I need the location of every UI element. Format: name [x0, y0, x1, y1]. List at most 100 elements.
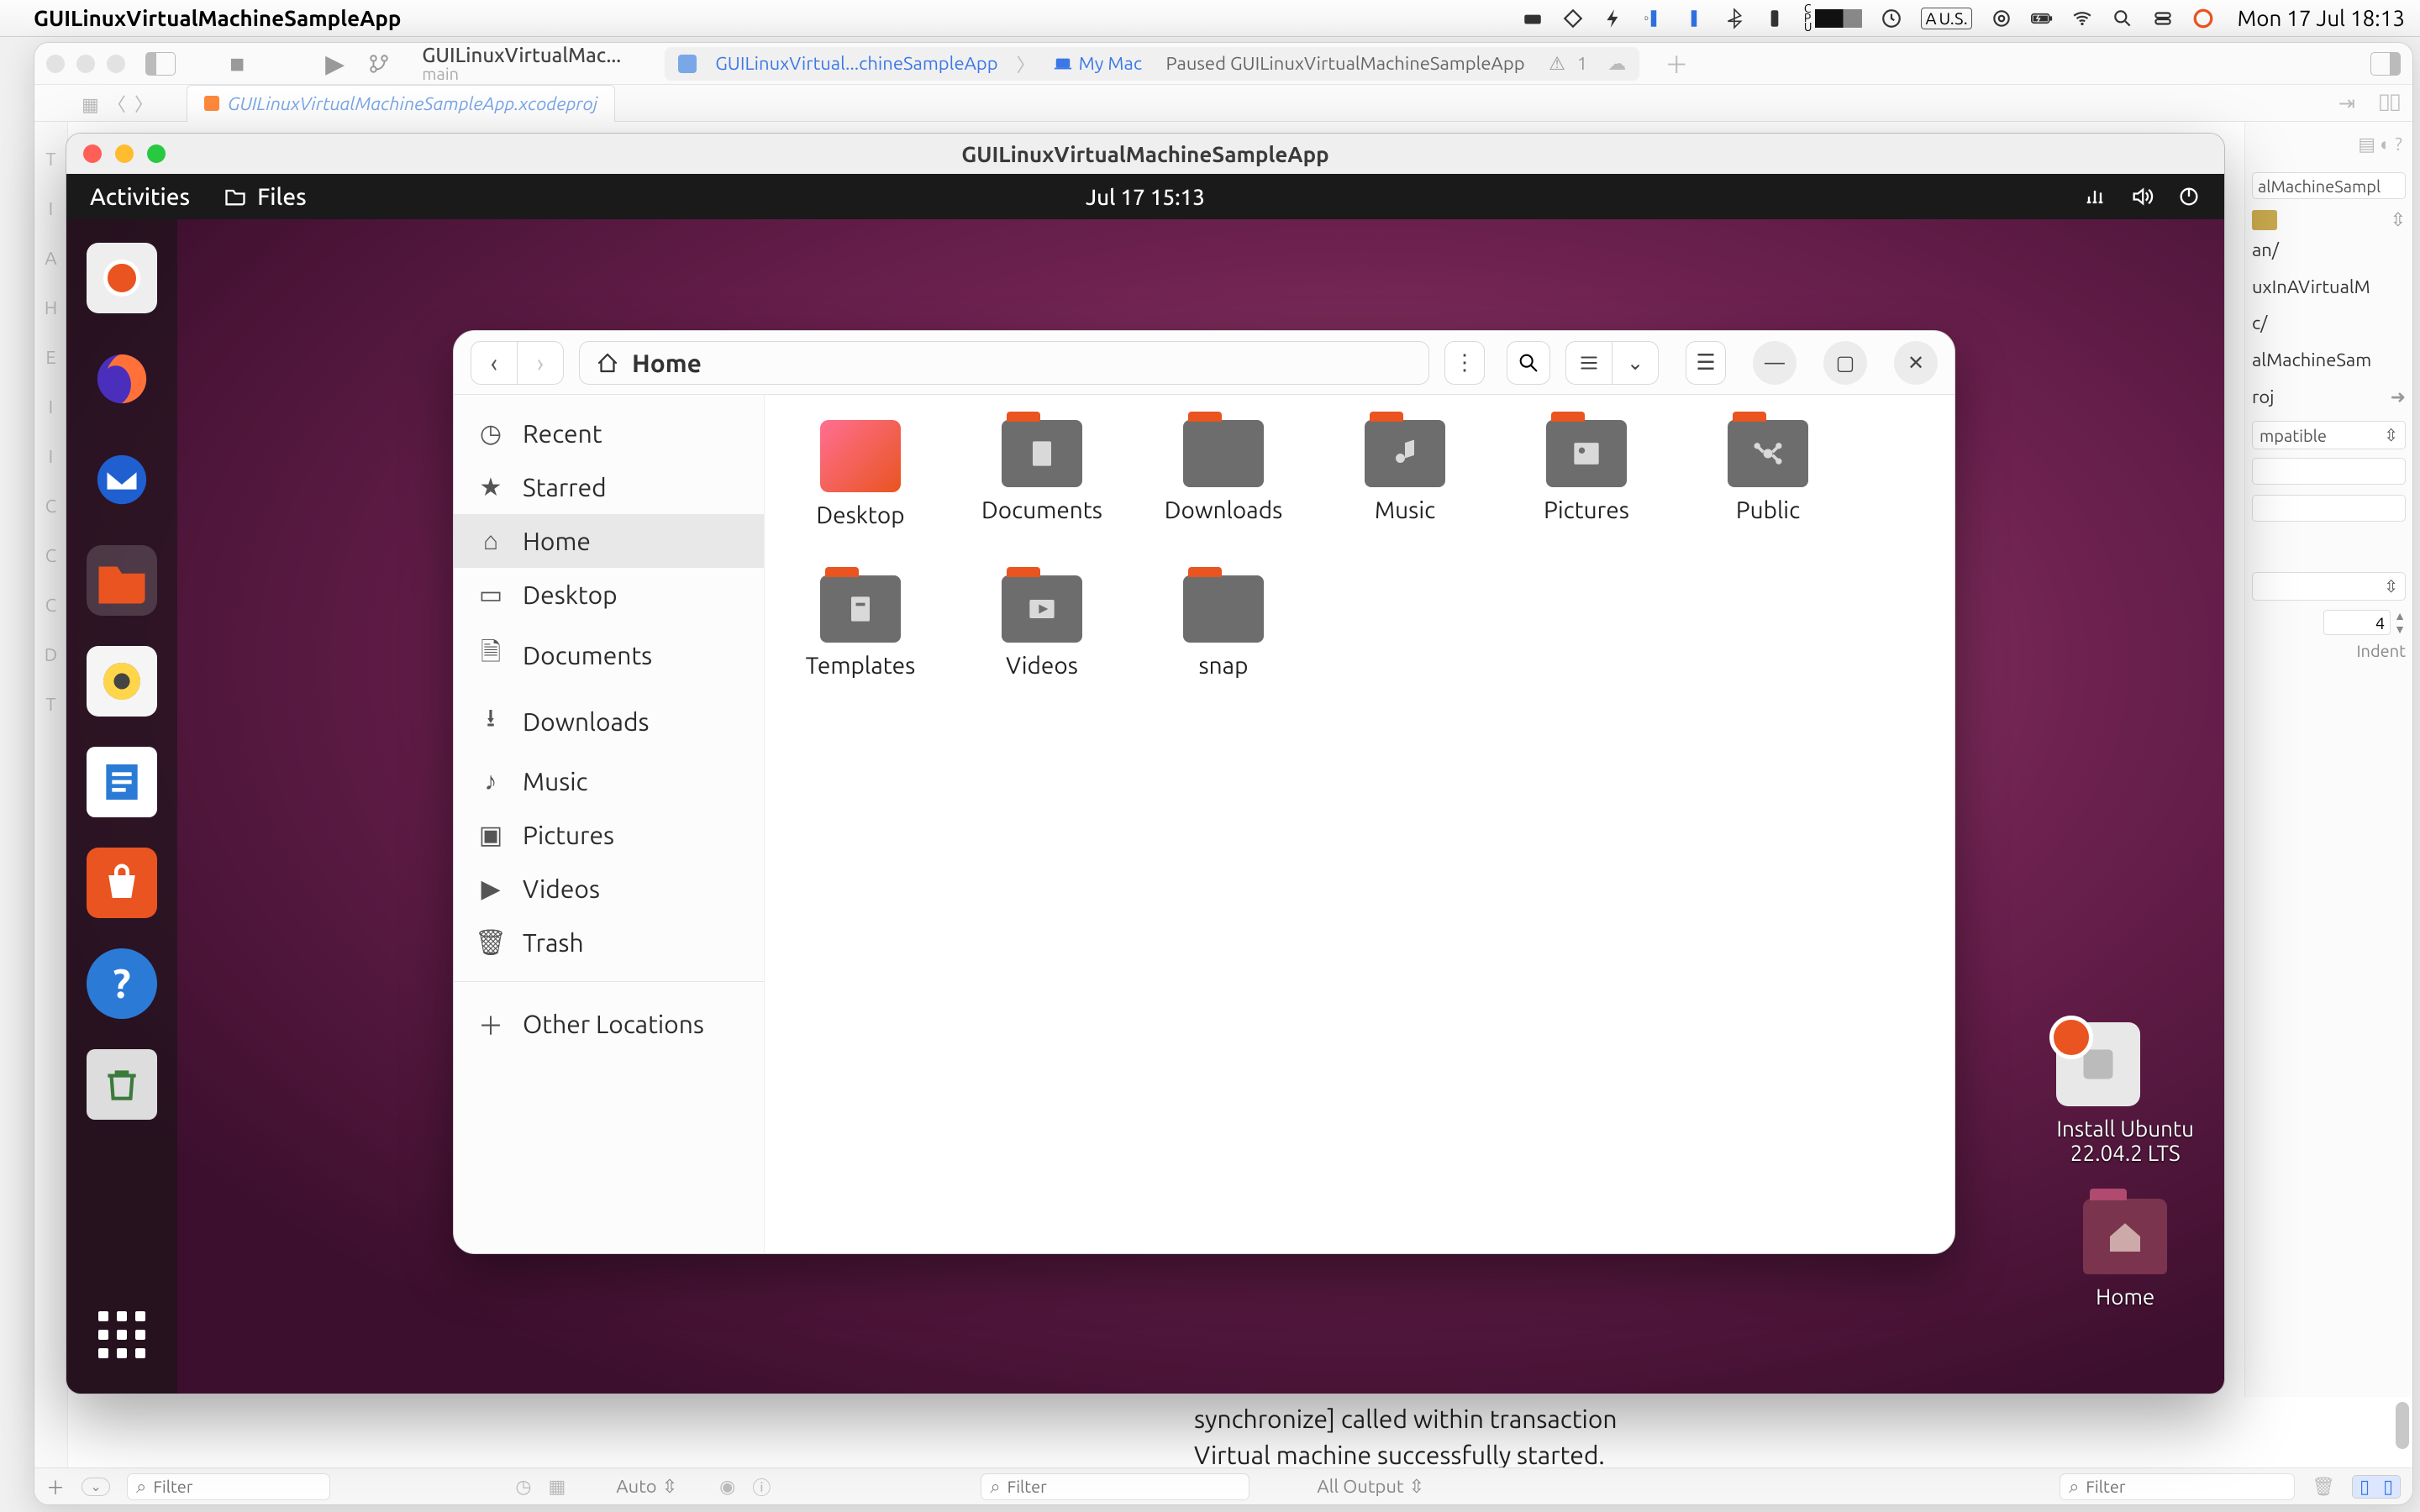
sidebar-starred[interactable]: ★Starred	[454, 460, 764, 514]
folder-pictures[interactable]: Pictures	[1521, 420, 1652, 528]
battery-icon[interactable]	[2031, 8, 2053, 29]
vm-traffic-lights[interactable]	[83, 144, 166, 163]
vars-pane-icon[interactable]: ▯	[2353, 1476, 2376, 1498]
bolt-icon[interactable]	[1602, 8, 1624, 29]
diamond-icon[interactable]	[1562, 8, 1584, 29]
inspector-indent-field[interactable]	[2323, 610, 2391, 635]
nav-h-icon[interactable]: H	[45, 297, 57, 318]
dock-rhythmbox[interactable]	[87, 646, 157, 717]
sidebar-documents[interactable]: 🗎Documents	[454, 622, 764, 688]
trash-icon[interactable]: 🗑︎	[2312, 1476, 2335, 1498]
sidebar-pictures[interactable]: ▣Pictures	[454, 808, 764, 862]
editor-tab[interactable]: GUILinuxVirtualMachineSampleApp.xcodepro…	[187, 85, 615, 122]
sidebar-videos[interactable]: ▶Videos	[454, 862, 764, 916]
list-view-button[interactable]	[1565, 341, 1612, 385]
folder-music[interactable]: Music	[1339, 420, 1470, 528]
scm-branch[interactable]: GUILinuxVirtualMac... main	[368, 45, 621, 82]
spotlight-icon[interactable]	[2112, 8, 2133, 29]
desktop-install-ubuntu[interactable]: Install Ubuntu 22.04.2 LTS	[2056, 1022, 2194, 1165]
xcode-left-nav-strip[interactable]: T I A H E I I C C C D T	[34, 122, 68, 1504]
folder-public[interactable]: Public	[1702, 420, 1833, 528]
xcode-traffic-lights[interactable]	[46, 55, 125, 73]
search-button[interactable]	[1507, 341, 1550, 385]
folder-videos[interactable]: Videos	[976, 575, 1107, 679]
inspector-tabs[interactable]: ▤ ◐ ?	[2252, 134, 2406, 155]
xcode-console[interactable]: synchronize] called within transaction V…	[68, 1397, 2412, 1467]
sidebar-music[interactable]: ♪Music	[454, 754, 764, 808]
dock-icon[interactable]	[1522, 8, 1544, 29]
volume-icon[interactable]	[2130, 185, 2154, 208]
nav-e-icon[interactable]: E	[45, 347, 55, 368]
nav-d-icon[interactable]: D	[45, 644, 58, 665]
clock-icon[interactable]: ◷	[515, 1476, 531, 1498]
nav-c-icon[interactable]: C	[45, 496, 57, 517]
scope-chip[interactable]: ⌄	[82, 1478, 110, 1496]
console-filter-box[interactable]: ⌕	[2060, 1473, 2295, 1500]
nav-i3-icon[interactable]: I	[49, 446, 54, 467]
dock-thunderbird[interactable]	[87, 444, 157, 515]
network-up-icon[interactable]: D	[1643, 8, 1665, 29]
nav-c3-icon[interactable]: C	[45, 595, 57, 616]
menubar-app-title[interactable]: GUILinuxVirtualMachineSampleApp	[34, 6, 402, 30]
reveal-icon[interactable]: ➜	[2391, 385, 2406, 410]
network-icon[interactable]	[2083, 185, 2107, 208]
dock-help[interactable]: ?	[87, 948, 157, 1019]
inspector-compat-select[interactable]: mpatible⇳	[2252, 421, 2406, 449]
desktop-home-folder[interactable]: Home	[2083, 1199, 2167, 1309]
inspector-select-2[interactable]: ⇳	[2252, 572, 2406, 601]
nav-filter-input[interactable]	[153, 1477, 321, 1496]
device-icon[interactable]	[1764, 8, 1786, 29]
folder-documents[interactable]: Documents	[976, 420, 1107, 528]
sidebar-downloads[interactable]: ⭳Downloads	[454, 688, 764, 754]
dock-files[interactable]	[87, 545, 157, 616]
dock-trash[interactable]	[87, 1049, 157, 1120]
inspector-name-field[interactable]	[2252, 172, 2406, 199]
activities-button[interactable]: Activities	[90, 184, 190, 210]
vars-filter-input[interactable]	[1007, 1477, 1176, 1496]
open-in-new-icon[interactable]: ⇥	[2338, 92, 2355, 115]
dock-software[interactable]	[87, 848, 157, 918]
dock-installer[interactable]	[87, 243, 157, 313]
nav-filter-box[interactable]: ⌕	[127, 1473, 330, 1500]
sidebar-trash[interactable]: 🗑︎Trash	[454, 916, 764, 969]
cpu-meter[interactable]: CPU	[1804, 4, 1863, 33]
nautilus-file-grid[interactable]: Desktop Documents Downloads Music Pictur…	[765, 395, 1954, 1253]
bluetooth-icon[interactable]	[1723, 8, 1745, 29]
xcode-activity-bar[interactable]: GUILinuxVirtual...chineSampleApp 〉 My Ma…	[665, 47, 1639, 81]
siri-icon[interactable]	[2192, 8, 2214, 29]
sidebar-other-locations[interactable]: ＋Other Locations	[454, 994, 764, 1054]
folder-desktop[interactable]: Desktop	[795, 420, 926, 528]
dock-writer[interactable]	[87, 747, 157, 817]
keyboard-lang-indicator[interactable]: AU.S.	[1921, 8, 1971, 29]
vars-filter-box[interactable]: ⌕	[981, 1473, 1249, 1500]
run-button-icon[interactable]: ▶	[318, 49, 351, 79]
nav-i-icon[interactable]: I	[49, 198, 54, 219]
sidebar-desktop[interactable]: ▭Desktop	[454, 568, 764, 622]
stepper-icon[interactable]: ▲▼	[2394, 609, 2406, 636]
timemachine-icon[interactable]	[1881, 8, 1902, 29]
minimize-button[interactable]: —	[1753, 341, 1797, 385]
network-down-icon[interactable]	[1683, 8, 1705, 29]
menubar-clock[interactable]: Mon 17 Jul 18:13	[2238, 6, 2405, 30]
nav-i2-icon[interactable]: I	[49, 396, 54, 417]
stop-button-icon[interactable]: ■	[223, 49, 251, 79]
dock-show-apps[interactable]	[87, 1299, 157, 1370]
eye-icon[interactable]: ◉	[719, 1476, 735, 1498]
console-pane-icon[interactable]: ▯	[2376, 1476, 2400, 1498]
topbar-clock[interactable]: Jul 17 15:13	[1086, 185, 1205, 209]
inspector-field-2[interactable]	[2252, 495, 2406, 522]
sidebar-home[interactable]: ⌂Home	[454, 514, 764, 568]
toggle-navigator-icon[interactable]	[145, 52, 176, 76]
stepper-icon[interactable]: ⇳	[2391, 209, 2406, 231]
sidebar-recent[interactable]: ◷Recent	[454, 407, 764, 460]
hamburger-menu-button[interactable]: ☰	[1686, 341, 1726, 385]
power-icon[interactable]	[2177, 185, 2201, 208]
nautilus-path-bar[interactable]: Home	[579, 341, 1429, 385]
nav-c2-icon[interactable]: C	[45, 545, 57, 566]
dock-firefox[interactable]	[87, 344, 157, 414]
control-center-icon[interactable]	[2152, 8, 2174, 29]
airplay-icon[interactable]	[1991, 8, 2012, 29]
output-select[interactable]: All Output ⇳	[1317, 1476, 1424, 1498]
ubuntu-desktop[interactable]: Activities Files Jul 17 15:13 ?	[66, 174, 2224, 1394]
maximize-button[interactable]: ▢	[1823, 341, 1867, 385]
